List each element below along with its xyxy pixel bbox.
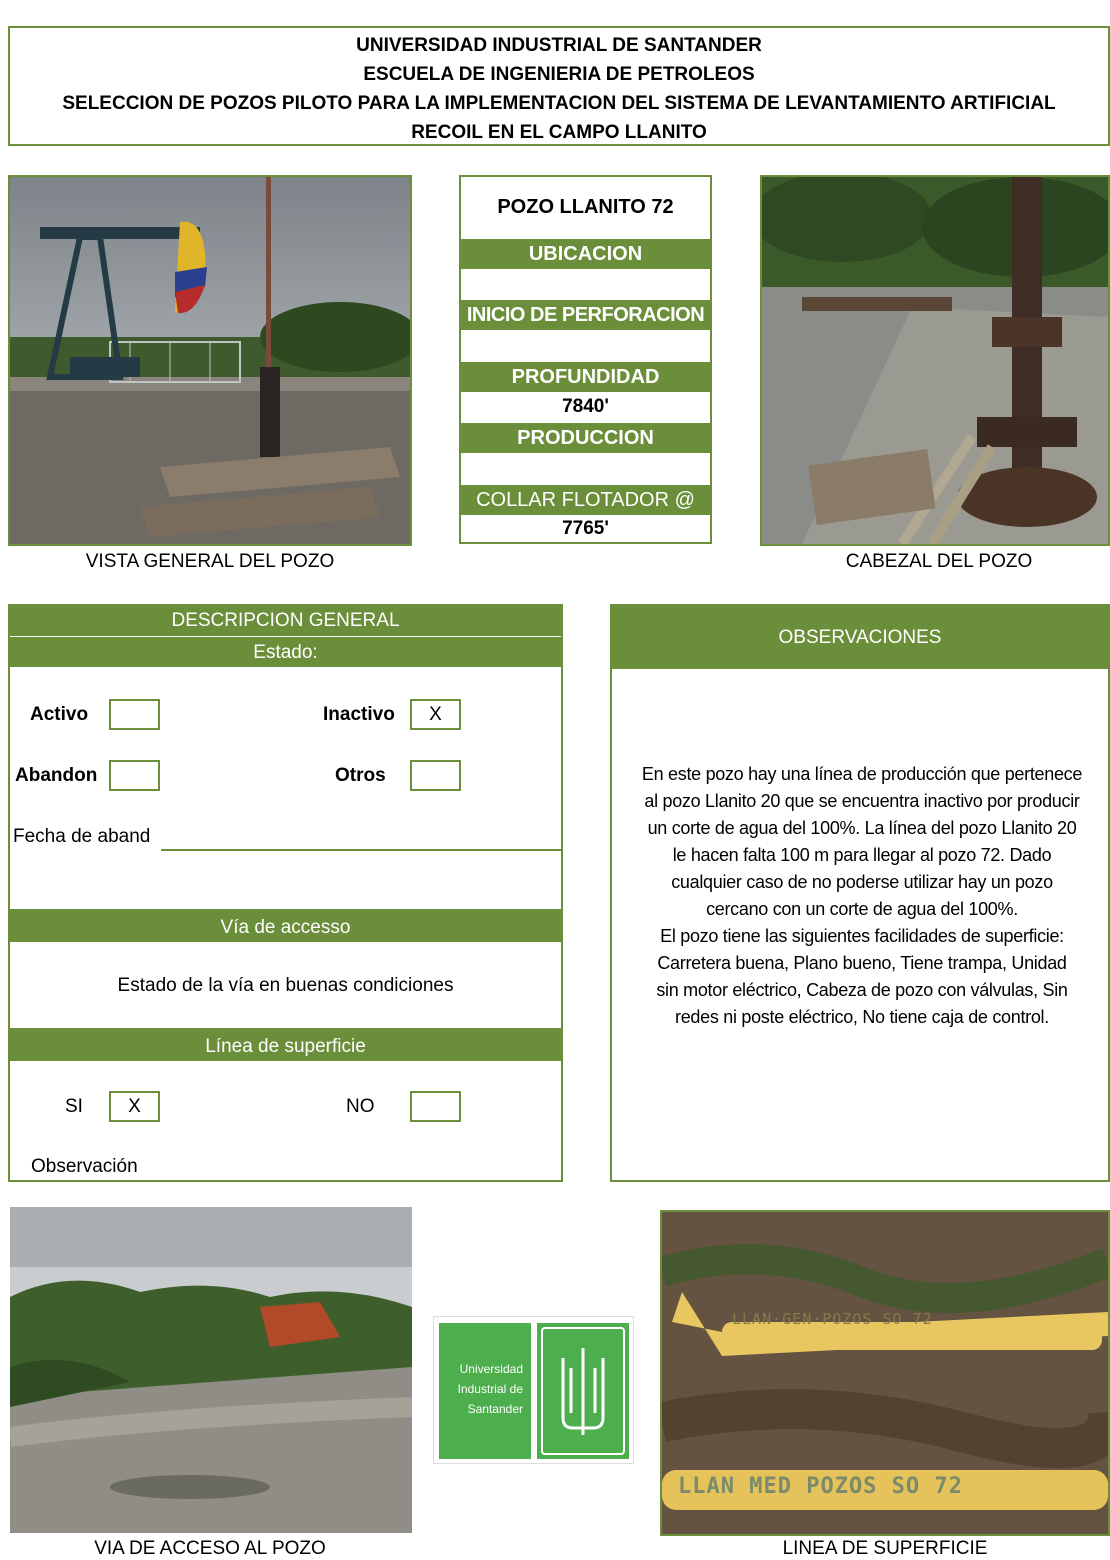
fecha-abandono-label: Fecha de aband <box>13 826 151 847</box>
otros-checkbox[interactable] <box>410 760 461 791</box>
linea-superficie-title: Línea de superficie <box>10 1028 561 1061</box>
observaciones-line: En este pozo hay una línea de producción… <box>641 764 1083 784</box>
observaciones-line: El pozo tiene las siguientes facilidades… <box>660 926 1064 946</box>
abandon-label: Abandon <box>15 765 98 786</box>
uis-logo-line1: Universidad <box>459 1362 523 1376</box>
inactivo-checkbox[interactable]: X <box>410 699 461 730</box>
header-project-title: SELECCION DE POZOS PILOTO PARA LA IMPLEM… <box>62 93 1056 114</box>
inicio-perforacion-label: INICIO DE PERFORACION <box>461 299 710 330</box>
activo-label: Activo <box>30 704 89 725</box>
activo-checkbox[interactable] <box>109 699 160 730</box>
profundidad-value: 7840' <box>562 396 609 417</box>
observaciones-line: sin motor eléctrico, Cabeza de pozo con … <box>656 980 1068 1000</box>
observaciones-text: En este pozo hay una línea de producción… <box>612 761 1110 1031</box>
wellhead-image <box>762 177 1108 544</box>
header-university: UNIVERSIDAD INDUSTRIAL DE SANTANDER <box>356 35 762 56</box>
observacion-label: Observación <box>31 1156 138 1177</box>
ubicacion-label: UBICACION <box>461 238 710 269</box>
via-acceso-text: Estado de la vía en buenas condiciones <box>117 975 454 996</box>
document-header: UNIVERSIDAD INDUSTRIAL DE SANTANDER ESCU… <box>8 26 1110 146</box>
observaciones-panel: OBSERVACIONES En este pozo hay una línea… <box>610 604 1110 1182</box>
header-project-subtitle: RECOIL EN EL CAMPO LLANITO <box>411 122 707 143</box>
uis-logo-mark-block <box>537 1323 629 1459</box>
caption-via-acceso: VIA DE ACCESO AL POZO <box>94 1538 326 1559</box>
photo-linea-superficie: LLAN·GEN·POZOS SO 72 LLAN MED POZOS SO 7… <box>660 1210 1110 1536</box>
produccion-label: PRODUCCION <box>461 422 710 453</box>
observaciones-line: Carretera buena, Plano bueno, Tiene tram… <box>657 953 1067 973</box>
header-school: ESCUELA DE INGENIERIA DE PETROLEOS <box>363 64 755 85</box>
produccion-value <box>461 453 710 484</box>
inactivo-label: Inactivo <box>323 704 395 725</box>
observaciones-line: al pozo Llanito 20 que se encuentra inac… <box>644 791 1080 811</box>
caption-linea-superficie: LINEA DE SUPERFICIE <box>782 1538 988 1559</box>
no-checkbox[interactable] <box>410 1091 461 1122</box>
caption-vista-general: VISTA GENERAL DEL POZO <box>85 551 335 572</box>
si-label: SI <box>65 1096 83 1117</box>
photo-via-acceso <box>10 1207 412 1533</box>
no-label: NO <box>346 1096 375 1117</box>
ubicacion-value <box>461 269 710 299</box>
uis-logo: Universidad Industrial de Santander <box>433 1316 634 1464</box>
observaciones-line: redes ni poste eléctrico, No tiene caja … <box>675 1007 1049 1027</box>
collar-flotador-label: COLLAR FLOTADOR @ <box>461 484 710 515</box>
profundidad-label: PROFUNDIDAD <box>461 361 710 392</box>
observaciones-line: un corte de agua del 100%. La línea del … <box>647 818 1077 838</box>
uis-monogram-icon <box>561 1348 605 1435</box>
well-name: POZO LLANITO 72 <box>497 196 674 218</box>
fecha-abandono-line[interactable] <box>161 849 561 851</box>
uis-logo-line3: Santander <box>467 1402 523 1416</box>
via-acceso-title: Vía de accesso <box>10 909 561 942</box>
uis-logo-line2: Industrial de <box>457 1382 523 1396</box>
descripcion-general-title: DESCRIPCION GENERAL <box>10 606 561 636</box>
descripcion-general-panel: DESCRIPCION GENERAL Estado: Activo Inact… <box>8 604 563 1182</box>
photo-cabezal <box>760 175 1110 546</box>
observaciones-line: cualquier caso de no poderse utilizar ha… <box>671 872 1053 892</box>
si-checkbox[interactable]: X <box>109 1091 160 1122</box>
pipe-label-bottom: LLAN MED POZOS SO 72 <box>678 1474 963 1499</box>
observaciones-line: cercano con un corte de agua del 100%. <box>706 899 1018 919</box>
pipe-label-top: LLAN·GEN·POZOS SO 72 <box>732 1310 933 1328</box>
otros-label: Otros <box>335 765 386 786</box>
observaciones-title: OBSERVACIONES <box>612 606 1108 669</box>
caption-cabezal: CABEZAL DEL POZO <box>845 551 1033 572</box>
well-info-box: POZO LLANITO 72 UBICACION INICIO DE PERF… <box>459 175 712 544</box>
access-road-image <box>10 1207 412 1533</box>
inicio-perforacion-value <box>461 330 710 361</box>
abandon-checkbox[interactable] <box>109 760 160 791</box>
photo-vista-general <box>8 175 412 546</box>
uis-logo-text-block: Universidad Industrial de Santander <box>439 1323 531 1459</box>
collar-flotador-value: 7765' <box>562 518 609 539</box>
pumpjack-image <box>10 177 410 544</box>
estado-label: Estado: <box>10 636 561 667</box>
observaciones-line: le hacen falta 100 m para llegar al pozo… <box>672 845 1052 865</box>
